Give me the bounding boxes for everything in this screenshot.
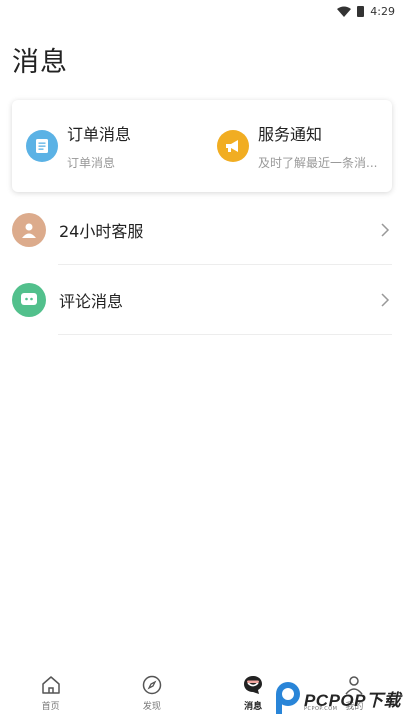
order-messages-subtitle: 订单消息: [67, 156, 116, 170]
status-bar: 4:29: [0, 0, 405, 22]
message-icon: [244, 676, 263, 694]
tab-messages-label: 消息: [244, 702, 263, 712]
customer-service-label: 24小时客服: [59, 222, 144, 241]
service-notice-title: 服务通知: [258, 125, 323, 144]
list-item-customer-service[interactable]: 24小时客服: [12, 195, 392, 265]
tab-discover-label: 发现: [142, 702, 161, 712]
tab-discover[interactable]: 发现: [101, 670, 202, 720]
order-messages-title: 订单消息: [67, 125, 132, 144]
status-time: 4:29: [370, 4, 395, 18]
tab-home[interactable]: 首页: [0, 670, 101, 720]
list-item-comment-messages[interactable]: 评论消息: [12, 265, 392, 335]
home-icon: [41, 676, 60, 694]
battery-icon: [357, 5, 365, 17]
tab-home-label: 首页: [41, 702, 60, 712]
watermark-subtext: PCPOP.COM: [303, 706, 338, 712]
wifi-icon: [337, 6, 352, 17]
megaphone-icon: [217, 130, 249, 162]
order-document-icon: [26, 130, 58, 162]
service-notice-entry[interactable]: 服务通知 及时了解最近一条消...: [201, 100, 392, 192]
divider: [58, 334, 392, 335]
chevron-right-icon: [381, 293, 390, 307]
order-messages-entry[interactable]: 订单消息 订单消息: [12, 100, 201, 192]
message-list: 24小时客服 评论消息: [12, 195, 392, 335]
messages-screen: 4:29 消息 订单消息 订单消息 服务通知 及时了解最近一条消... 24小时…: [0, 0, 405, 720]
comment-bubble-icon: [12, 283, 46, 317]
notification-card: 订单消息 订单消息 服务通知 及时了解最近一条消...: [12, 100, 392, 192]
pcpop-watermark: PCPOP下载 PCPOP.COM: [274, 678, 401, 718]
page-title: 消息: [12, 47, 68, 78]
compass-icon: [142, 675, 162, 695]
pcpop-logo-icon: [275, 682, 300, 714]
service-notice-subtitle: 及时了解最近一条消...: [258, 156, 378, 170]
chevron-right-icon: [381, 223, 390, 237]
comment-messages-label: 评论消息: [59, 292, 124, 311]
customer-service-avatar-icon: [12, 213, 46, 247]
